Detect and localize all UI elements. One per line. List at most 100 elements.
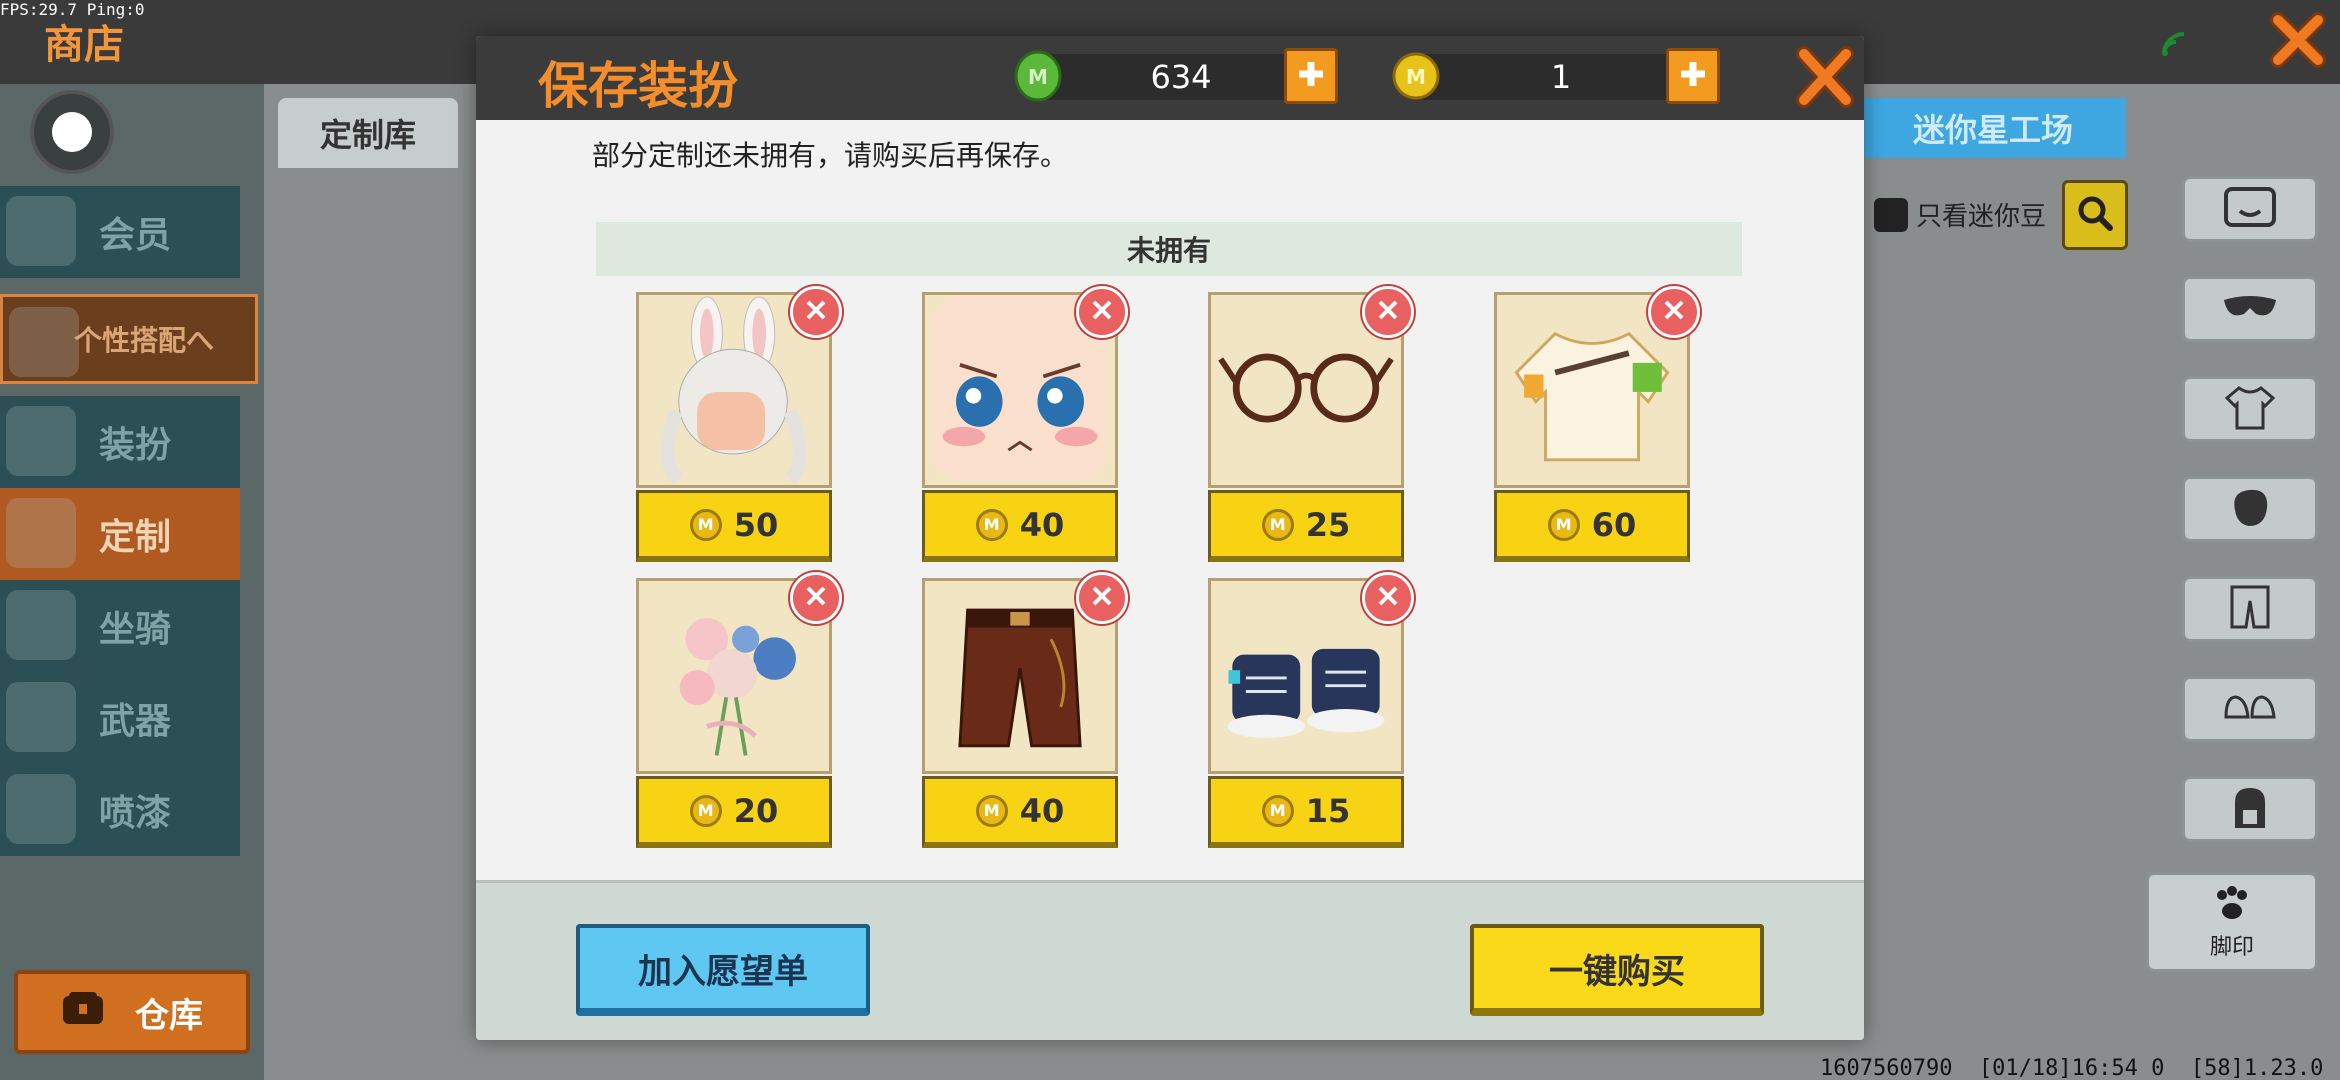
price-value: 25 [1305, 505, 1351, 544]
search-button[interactable] [2062, 180, 2128, 250]
price-button[interactable]: M 20 [636, 776, 832, 848]
spray-icon [6, 774, 76, 844]
checkbox[interactable] [1874, 197, 1908, 232]
sidebar-item-label: 定制 [98, 517, 171, 558]
category-footprint-button[interactable]: 脚印 [2146, 872, 2318, 972]
avatar[interactable] [30, 90, 114, 174]
add-to-wishlist-button[interactable]: 加入愿望单 [576, 924, 870, 1016]
item-card[interactable]: M 50 [636, 286, 842, 568]
gun-icon [6, 682, 76, 752]
plus-icon [1678, 59, 1708, 93]
close-icon [805, 585, 827, 611]
coin-icon: M [975, 508, 1008, 541]
sidebar-item-label: 装扮 [98, 425, 171, 466]
price-button[interactable]: M 40 [922, 776, 1118, 848]
section-header-not-owned: 未拥有 [596, 222, 1742, 276]
shirt-icon [2224, 384, 2276, 434]
warehouse-button[interactable]: 仓库 [14, 970, 250, 1054]
face-icon [2222, 185, 2278, 233]
svg-text:M: M [1028, 65, 1048, 89]
close-icon [1663, 299, 1685, 325]
plus-icon [1296, 59, 1326, 93]
paw-icon [2212, 883, 2252, 929]
sidebar-item-label: 个性搭配へ [73, 324, 214, 357]
search-icon [2075, 193, 2115, 237]
category-mask-button[interactable] [2182, 276, 2318, 342]
coin-icon: M [689, 508, 722, 541]
price-button[interactable]: M 60 [1494, 490, 1690, 562]
coin-icon: M [689, 794, 722, 827]
remove-item-button[interactable] [1076, 286, 1128, 338]
shop-title: 商店 [44, 22, 124, 68]
mask-icon [2222, 292, 2278, 326]
sidebar-group-style[interactable]: 个性搭配へ [0, 294, 258, 384]
remove-item-button[interactable] [1076, 572, 1128, 624]
add-coins-button[interactable] [1666, 48, 1720, 104]
coin-icon: M [1261, 508, 1294, 541]
item-card[interactable]: M 40 [922, 286, 1128, 568]
signal-icon [2160, 30, 2188, 58]
shirt-icon [6, 406, 76, 476]
dialog-title: 保存装扮 [538, 57, 738, 115]
price-button[interactable]: M 40 [922, 490, 1118, 562]
price-button[interactable]: M 50 [636, 490, 832, 562]
sidebar-item-label: 会员 [98, 215, 171, 256]
avatar-dot [52, 112, 92, 152]
remove-item-button[interactable] [790, 286, 842, 338]
close-icon [1377, 585, 1399, 611]
close-icon [805, 299, 827, 325]
notice-text: 部分定制还未拥有，请购买后再保存。 [592, 139, 1069, 172]
item-card[interactable]: M 20 [636, 572, 842, 854]
chest-icon [61, 988, 105, 1037]
category-shirt-button[interactable] [2182, 376, 2318, 442]
price-value: 15 [1305, 791, 1351, 830]
sidebar-item-mount[interactable]: 坐骑 [0, 580, 240, 672]
tab-custom-library[interactable]: 定制库 [278, 98, 458, 168]
price-button[interactable]: M 15 [1208, 776, 1404, 848]
remove-item-button[interactable] [1362, 286, 1414, 338]
buy-all-button[interactable]: 一键购买 [1470, 924, 1764, 1016]
warehouse-label: 仓库 [135, 995, 203, 1036]
remove-item-button[interactable] [790, 572, 842, 624]
category-pants-button[interactable] [2182, 576, 2318, 642]
close-icon [1091, 299, 1113, 325]
sidebar-item-label: 武器 [98, 701, 171, 742]
shoes-icon [2222, 687, 2278, 731]
remove-item-button[interactable] [1648, 286, 1700, 338]
pants-icon [2228, 583, 2272, 635]
remove-item-button[interactable] [1362, 572, 1414, 624]
backpack-icon [2225, 782, 2275, 836]
pencil-icon [6, 498, 76, 568]
sidebar-item-custom[interactable]: 定制 [0, 488, 240, 580]
only-mini-filter[interactable]: 只看迷你豆 [1874, 196, 2046, 233]
coin-balance: 1 [1550, 58, 1572, 96]
price-value: 50 [733, 505, 779, 544]
coin-icon: M [1261, 794, 1294, 827]
hand-icon [2225, 482, 2275, 536]
close-icon[interactable] [1796, 44, 1854, 110]
sidebar-item-outfit[interactable]: 装扮 [0, 396, 240, 488]
tab-mini-workshop[interactable]: 迷你星工场 [1860, 98, 2126, 158]
close-icon [1377, 299, 1399, 325]
trophy-icon [9, 307, 79, 377]
item-card[interactable]: M 15 [1208, 572, 1414, 854]
sidebar-item-vip[interactable]: 会员 [0, 186, 240, 278]
category-hand-button[interactable] [2182, 476, 2318, 542]
sidebar-item-label: 喷漆 [98, 793, 171, 834]
category-backpack-button[interactable] [2182, 776, 2318, 842]
gem-balance: 634 [1150, 58, 1212, 96]
close-icon[interactable] [2268, 10, 2328, 70]
category-face-button[interactable] [2182, 176, 2318, 242]
sidebar-item-weapon[interactable]: 武器 [0, 672, 240, 764]
item-card[interactable]: M 25 [1208, 286, 1414, 568]
item-card[interactable]: M 60 [1494, 286, 1700, 568]
gem-icon: M [1012, 50, 1064, 102]
item-card[interactable]: M 40 [922, 572, 1128, 854]
price-button[interactable]: M 25 [1208, 490, 1404, 562]
sidebar-item-spray[interactable]: 喷漆 [0, 764, 240, 856]
debug-footer: 1607560790 [01/18]16:54 0 [58]1.23.0 [1820, 1056, 2324, 1080]
only-mini-label: 只看迷你豆 [1916, 202, 2047, 232]
price-value: 40 [1019, 505, 1065, 544]
category-shoes-button[interactable] [2182, 676, 2318, 742]
add-gems-button[interactable] [1284, 48, 1338, 104]
